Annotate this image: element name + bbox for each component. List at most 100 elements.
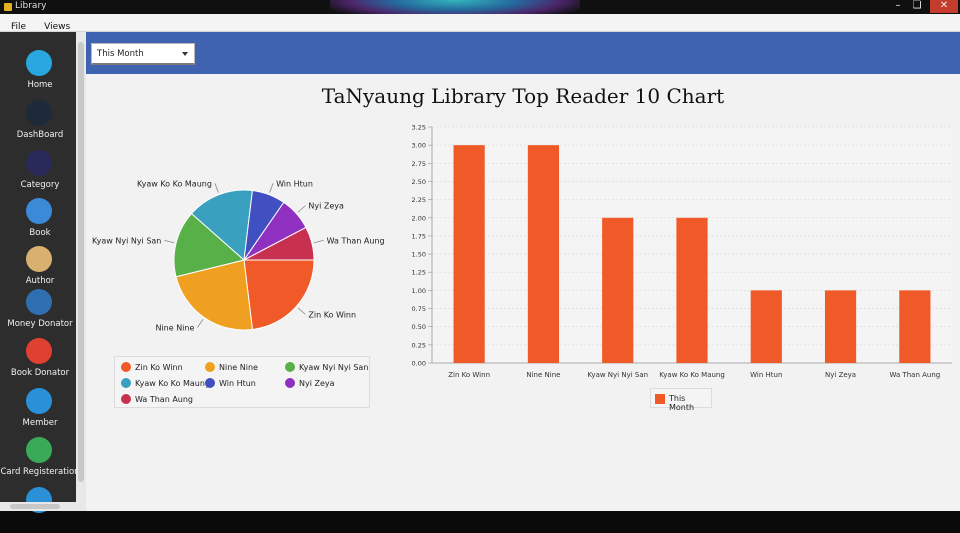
pie-label-line [269, 183, 274, 193]
bar-legend: This Month [650, 388, 712, 412]
legend-swatch [285, 378, 295, 388]
home-icon [26, 50, 52, 76]
sidebar-item-home[interactable]: Home [0, 50, 76, 96]
bar-legend-swatch [655, 394, 665, 404]
y-tick-label: 3.00 [412, 142, 426, 150]
pie-label: Kyaw Nyi Nyi San [92, 236, 161, 245]
y-tick-label: 1.00 [412, 287, 426, 295]
pie-legend-label: Wa Than Aung [135, 395, 194, 404]
close-button[interactable]: ✕ [930, 0, 958, 13]
chevron-down-icon [182, 52, 188, 56]
sidebar-item-money-donator[interactable]: Money Donator [0, 289, 76, 335]
sidebar-item-book-donator[interactable]: Book Donator [0, 338, 76, 384]
bar [676, 217, 708, 363]
y-tick-label: 2.50 [412, 178, 426, 186]
category-icon [26, 150, 52, 176]
y-tick-label: 0.50 [412, 323, 426, 331]
pie-legend: Zin Ko Winn Nine Nine Kyaw Nyi Nyi San Kyaw… [114, 356, 370, 408]
sidebar-item-card-registeration[interactable]: Card Registeration [0, 437, 80, 483]
period-select-value: This Month [97, 49, 144, 59]
y-tick-label: 1.75 [412, 232, 426, 240]
dashboard-icon [26, 100, 52, 126]
pie-label-line [214, 183, 219, 193]
y-tick-label: 0.25 [412, 341, 426, 349]
y-tick-label: 2.25 [412, 196, 426, 204]
x-tick-label: Nyi Zeya [825, 371, 856, 379]
pie-label: Win Htun [276, 179, 313, 188]
sidebar-item-label: Card Registeration [0, 467, 80, 477]
menu-bar: File Views [0, 14, 960, 32]
y-tick-label: 2.75 [412, 160, 426, 168]
pie-legend-label: Zin Ko Winn [135, 363, 183, 372]
money-donator-icon [26, 289, 52, 315]
sidebar: Home DashBoard Category Book Author Money Don… [0, 32, 86, 513]
sidebar-item-label: Book Donator [10, 368, 70, 378]
legend-swatch [121, 394, 131, 404]
x-tick-label: Zin Ko Winn [448, 371, 490, 379]
pie-label: Kyaw Ko Ko Maung [137, 179, 212, 188]
x-tick-label: Kyaw Ko Ko Maung [659, 371, 725, 379]
bar-legend-label: This Month [669, 394, 695, 412]
book-donator-icon [26, 338, 52, 364]
pie-label-line [313, 239, 324, 244]
sidebar-item-label: DashBoard [16, 130, 64, 140]
sidebar-item-member[interactable]: Member [0, 388, 76, 434]
bar [453, 145, 485, 363]
pie-legend-label: Nyi Zeya [299, 379, 335, 388]
maximize-button[interactable]: ❏ [908, 0, 926, 13]
sidebar-item-label: Money Donator [7, 319, 73, 329]
pie-legend-label: Kyaw Nyi Nyi San [299, 363, 369, 372]
wallpaper-glow [330, 0, 580, 14]
sidebar-item-dashboard[interactable]: DashBoard [0, 100, 76, 146]
bar [824, 290, 857, 363]
sidebar-item-label: Home [27, 80, 53, 90]
pie-label: Wa Than Aung [327, 236, 385, 245]
chart-title: TaNyaung Library Top Reader 10 Chart [321, 84, 725, 108]
x-tick-label: Wa Than Aung [889, 371, 940, 379]
legend-swatch [121, 362, 131, 372]
sidebar-item-label: Category [20, 180, 60, 190]
sidebar-horizontal-scrollbar[interactable] [0, 502, 86, 511]
y-tick-label: 1.25 [412, 269, 426, 277]
window-title-bar: Library – ❏ ✕ [0, 0, 960, 14]
pie-label: Zin Ko Winn [308, 310, 356, 319]
pie-label-line [297, 307, 306, 315]
pie-label-line [164, 239, 175, 244]
legend-swatch [121, 378, 131, 388]
menu-file[interactable]: File [0, 18, 26, 32]
app-icon [4, 3, 12, 11]
bar [602, 217, 634, 363]
pie-chart: Zin Ko Winn Nine Nine Kyaw Nyi Nyi San Kyaw… [92, 179, 385, 332]
bar [899, 290, 931, 363]
window-title: Library [15, 1, 47, 11]
sidebar-item-author[interactable]: Author [0, 246, 76, 292]
card-registration-icon [26, 437, 52, 463]
bar [750, 290, 782, 363]
pie-legend-label: Win Htun [219, 379, 256, 388]
y-tick-label: 0.75 [412, 305, 426, 313]
sidebar-item-label: Book [29, 228, 51, 238]
minimize-button[interactable]: – [889, 0, 907, 13]
sidebar-item-book[interactable]: Book [0, 198, 76, 244]
sidebar-item-category[interactable]: Category [0, 150, 76, 196]
legend-swatch [285, 362, 295, 372]
y-tick-label: 3.25 [412, 124, 426, 132]
author-icon [26, 246, 52, 272]
scrollbar-thumb[interactable] [78, 42, 84, 482]
member-icon [26, 388, 52, 414]
sidebar-item-label: Member [22, 418, 58, 428]
book-icon [26, 198, 52, 224]
pie-slice [243, 259, 315, 331]
pie-label-line [197, 319, 204, 328]
filter-bar: This Month [86, 32, 960, 74]
y-tick-label: 1.50 [412, 251, 426, 259]
pie-label-line [297, 205, 306, 213]
scrollbar-thumb[interactable] [10, 504, 60, 509]
period-select[interactable]: This Month [91, 43, 195, 65]
sidebar-vertical-scrollbar[interactable] [76, 32, 86, 502]
y-tick-label: 2.00 [412, 214, 426, 222]
menu-views[interactable]: Views [31, 18, 70, 32]
y-tick-label: 0.00 [412, 360, 426, 368]
main-panel: This Month TaNyaung Library Top Reader 1… [86, 32, 960, 511]
x-tick-label: Win Htun [750, 371, 782, 379]
